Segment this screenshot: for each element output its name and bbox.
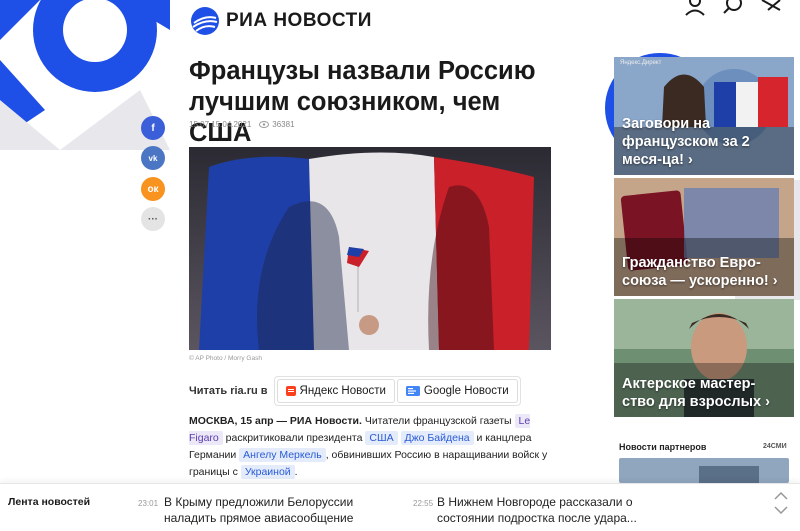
read-on-label: Читать ria.ru в xyxy=(189,385,268,397)
share-vk-button[interactable]: vk xyxy=(141,146,165,170)
yandex-news-label: Яндекс Новости xyxy=(299,385,386,397)
news-item-link[interactable]: В Крыму предложили Белоруссии наладить п… xyxy=(164,494,379,526)
tag-usa[interactable]: США xyxy=(365,431,398,445)
body-text: . xyxy=(294,466,298,478)
site-logo[interactable]: РИА НОВОСТИ xyxy=(190,6,372,36)
body-text: Читатели французской газеты xyxy=(361,415,515,427)
ad-text: Гражданство Евро-союза — ускоренно! › xyxy=(622,255,778,289)
chevron-up-icon[interactable] xyxy=(774,492,788,500)
share-more-button[interactable]: ··· xyxy=(141,207,165,231)
views-counter: 36381 xyxy=(259,120,295,129)
chevron-down-icon[interactable] xyxy=(774,506,788,514)
facebook-icon: f xyxy=(151,122,155,134)
views-count: 36381 xyxy=(272,120,295,129)
eye-icon xyxy=(259,121,270,128)
dateline: МОСКВА, 15 апр — РИА Новости. xyxy=(189,415,362,427)
news-item-link[interactable]: В Нижнем Новгороде рассказали о состояни… xyxy=(437,494,652,526)
news-feed-ticker: Лента новостей 23:01 В Крыму предложили … xyxy=(0,483,800,531)
ad-banner-acting[interactable]: Актерское мастер-ство для взрослых › xyxy=(614,299,794,417)
google-news-label: Google Новости xyxy=(423,385,509,397)
user-icon[interactable] xyxy=(684,0,706,16)
body-text: раскритиковали президента xyxy=(222,432,366,444)
logo-globe-icon xyxy=(191,7,219,35)
tag-ukraine[interactable]: Украиной xyxy=(240,465,295,479)
publish-time: 15:07 15.04.2021 xyxy=(189,120,252,129)
news-feed-label[interactable]: Лента новостей xyxy=(8,496,90,508)
google-news-button[interactable]: Google Новости xyxy=(396,379,518,403)
share-ok-button[interactable]: ок xyxy=(141,177,165,201)
ad-text: Актерское мастер-ство для взрослых › xyxy=(622,376,770,410)
menu-icon[interactable] xyxy=(760,0,782,16)
read-on-bar: Читать ria.ru в Яндекс Новости Google Но… xyxy=(189,376,521,406)
partners-thumbnail[interactable] xyxy=(619,458,789,483)
share-facebook-button[interactable]: f xyxy=(141,116,165,140)
news-sources: Яндекс Новости Google Новости xyxy=(273,376,521,406)
ad-banner-french[interactable]: Яндекс.Директ Заговори на французском за… xyxy=(614,57,794,175)
vk-icon: vk xyxy=(148,153,158,163)
article-photo[interactable] xyxy=(189,147,551,350)
yandex-news-icon xyxy=(285,386,296,396)
ad-source-label: Яндекс.Директ xyxy=(620,60,662,66)
tag-angela-merkel[interactable]: Ангелу Меркель xyxy=(239,448,326,462)
ad-text: Заговори на французском за 2 меся-ца! › xyxy=(622,116,750,168)
article-lead-paragraph: МОСКВА, 15 апр — РИА Новости. Читатели ф… xyxy=(189,413,557,481)
header-actions xyxy=(684,0,782,16)
partners-news-title: Новости партнеров xyxy=(619,442,707,452)
google-news-icon xyxy=(405,386,420,396)
news-time: 23:01 xyxy=(138,499,159,508)
ticker-nav xyxy=(774,492,788,514)
news-time: 22:55 xyxy=(413,499,434,508)
yandex-news-button[interactable]: Яндекс Новости xyxy=(276,379,395,403)
tag-joe-biden[interactable]: Джо Байдена xyxy=(400,431,474,445)
search-icon[interactable] xyxy=(722,0,744,16)
partners-brand[interactable]: 24СМИ xyxy=(763,443,787,450)
ad-banner-eu-citizenship[interactable]: Гражданство Евро-союза — ускоренно! › xyxy=(614,178,794,296)
article-meta: 15:07 15.04.2021 36381 xyxy=(189,120,295,129)
photo-caption: © AP Photo / Morry Gash xyxy=(189,355,262,362)
more-icon: ··· xyxy=(148,213,158,225)
logo-text: РИА НОВОСТИ xyxy=(226,10,372,31)
ok-icon: ок xyxy=(147,183,159,195)
article-headline: Французы назвали Россию лучшим союзником… xyxy=(189,57,536,147)
